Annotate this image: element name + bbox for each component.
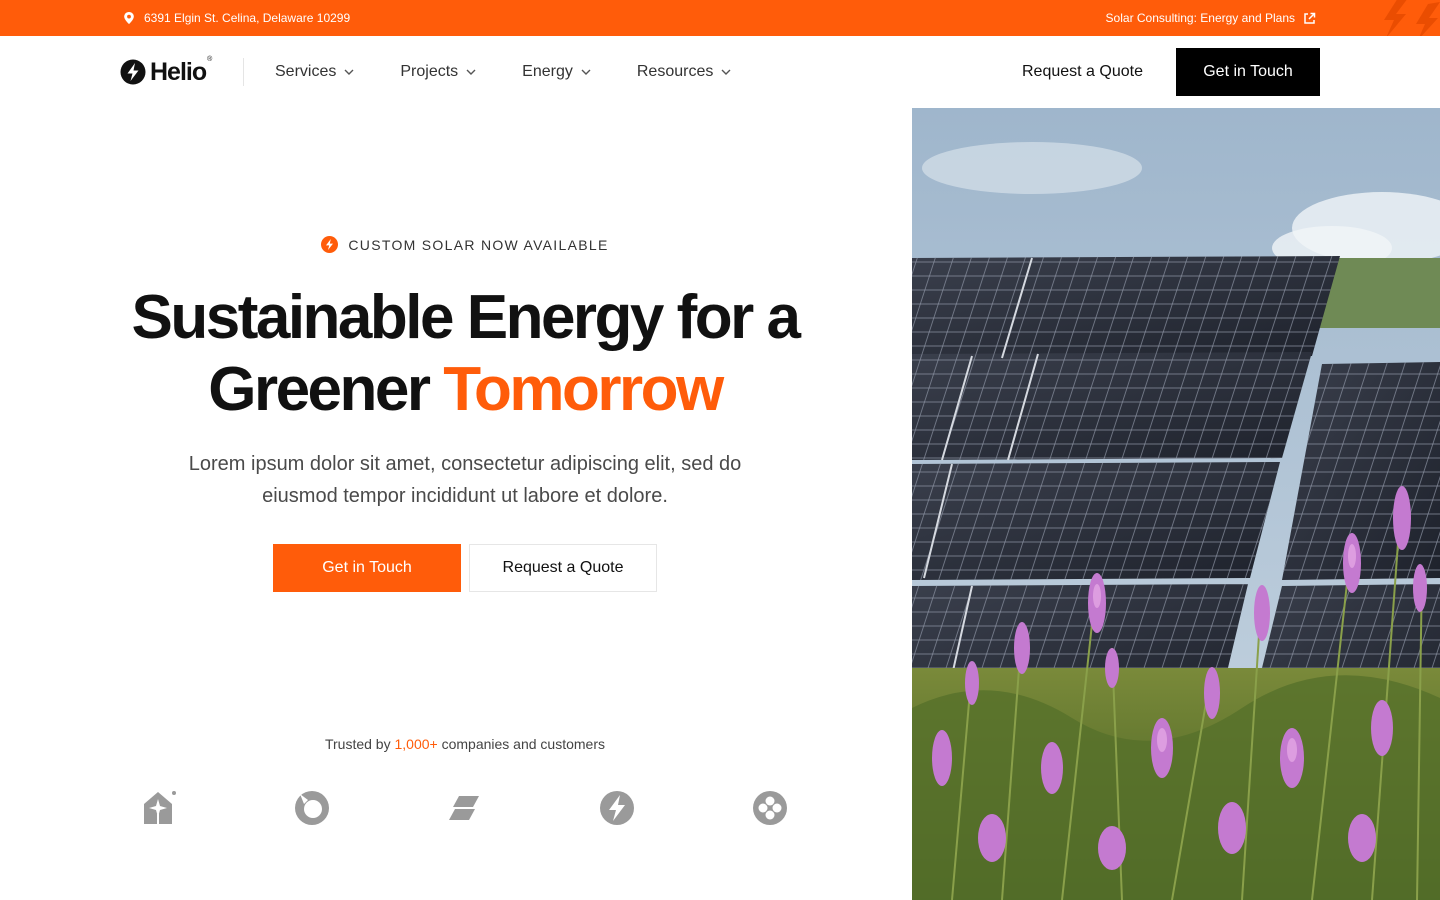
consulting-promo-text: Solar Consulting: Energy and Plans bbox=[1105, 11, 1295, 25]
consulting-promo-link[interactable]: Solar Consulting: Energy and Plans bbox=[1106, 0, 1316, 36]
solar-panel-photo bbox=[912, 108, 1440, 900]
logo-text: Helio® bbox=[150, 56, 212, 86]
address: 6391 Elgin St. Celina, Delaware 10299 bbox=[122, 0, 350, 36]
nav-item-label: Services bbox=[275, 63, 337, 80]
nav-item-projects[interactable]: Projects bbox=[400, 63, 476, 81]
nav-menu: Services Projects Energy Resources bbox=[275, 36, 777, 108]
main-nav: Helio® Services Projects Energy Resource… bbox=[0, 36, 1440, 108]
nav-item-energy[interactable]: Energy bbox=[522, 63, 591, 81]
lightning-decoration bbox=[1384, 0, 1440, 36]
headline-accent: Tomorrow bbox=[443, 355, 724, 424]
hero-description: Lorem ipsum dolor sit amet, consectetur … bbox=[188, 453, 742, 507]
nav-item-label: Resources bbox=[636, 63, 714, 80]
top-bar: 6391 Elgin St. Celina, Delaware 10299 So… bbox=[0, 0, 1440, 36]
request-quote-button[interactable]: Request a Quote bbox=[469, 544, 657, 592]
hero-eyebrow: CUSTOM SOLAR NOW AVAILABLE bbox=[0, 236, 930, 253]
eyebrow-text: CUSTOM SOLAR NOW AVAILABLE bbox=[348, 236, 609, 253]
nav-get-in-touch-button[interactable]: Get in Touch bbox=[1176, 48, 1320, 96]
chevron-down-icon bbox=[344, 69, 354, 75]
nav-divider bbox=[243, 58, 244, 86]
chevron-down-icon bbox=[466, 69, 476, 75]
location-pin-icon bbox=[124, 12, 134, 24]
partner-logos bbox=[0, 790, 912, 826]
chevron-down-icon bbox=[581, 69, 591, 75]
hero-headline: Sustainable Energy for a Greener Tomorro… bbox=[0, 282, 930, 426]
slash-logo bbox=[449, 796, 479, 820]
nav-item-label: Projects bbox=[400, 63, 459, 80]
headline-line-1: Sustainable Energy for a bbox=[131, 283, 802, 352]
bolt-circle-icon bbox=[120, 59, 146, 85]
nav-request-quote-link[interactable]: Request a Quote bbox=[1022, 36, 1143, 108]
external-link-icon bbox=[1304, 12, 1316, 24]
registered-mark: ® bbox=[207, 56, 212, 64]
trusted-by-text: Trusted by 1,000+ companies and customer… bbox=[324, 736, 606, 752]
get-in-touch-button[interactable]: Get in Touch bbox=[273, 544, 461, 592]
hero-section: CUSTOM SOLAR NOW AVAILABLE Sustainable E… bbox=[0, 108, 912, 900]
nav-item-label: Energy bbox=[522, 63, 573, 80]
trusted-count: 1,000+ bbox=[394, 736, 438, 752]
bolt-logo bbox=[600, 791, 634, 825]
address-text: 6391 Elgin St. Celina, Delaware 10299 bbox=[144, 11, 351, 25]
nav-item-services[interactable]: Services bbox=[275, 63, 354, 81]
nav-item-resources[interactable]: Resources bbox=[637, 63, 731, 81]
clover-logo bbox=[753, 791, 787, 825]
helio-logo[interactable]: Helio® bbox=[120, 56, 212, 86]
headline-line-2: Greener bbox=[208, 355, 431, 424]
ring-logo bbox=[295, 791, 329, 825]
house-star-logo bbox=[144, 791, 176, 824]
chevron-down-icon bbox=[721, 69, 731, 75]
bolt-badge-icon bbox=[321, 236, 339, 253]
